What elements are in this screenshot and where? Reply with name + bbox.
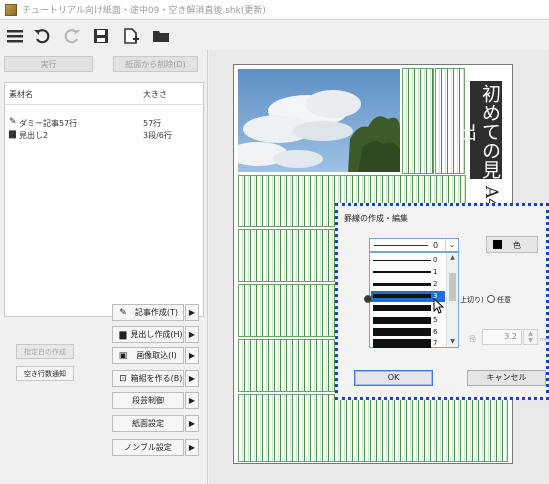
list-item[interactable]: ▆ 見出し2 3段/6行	[5, 129, 203, 141]
nombre-settings-button[interactable]: ノンブル設定	[112, 439, 184, 456]
radio-icon[interactable]	[364, 295, 372, 303]
make-box-arrow[interactable]: ▶	[185, 370, 199, 387]
column-control-label: 段芸制御	[132, 396, 164, 405]
execute-button[interactable]: 実行	[4, 56, 93, 72]
materials-list[interactable]: 素材名 大きさ ✎ ダミー記事57行 57行 ▆ 見出し2 3段/6行	[4, 82, 204, 317]
window-title: チュートリアル向け紙面・途中09・空き解消直後.shk(更新)	[22, 6, 266, 16]
paper-settings-button[interactable]: 紙面設定	[112, 415, 184, 432]
article-grid-block[interactable]	[238, 394, 508, 462]
title-bar: チュートリアル向け紙面・途中09・空き解消直後.shk(更新)	[0, 0, 549, 20]
line-style-select[interactable]: 0 ⌄	[369, 238, 459, 252]
create-headline-arrow[interactable]: ▶	[185, 326, 199, 343]
import-image-button[interactable]: ▣ 画像取込(I)	[112, 347, 184, 364]
radio-any-option[interactable]: 任意	[487, 295, 511, 305]
sky-photo[interactable]	[238, 69, 400, 172]
cancel-button[interactable]: キャンセル	[467, 370, 546, 386]
article-grid-block[interactable]	[402, 68, 434, 174]
toolbar	[0, 20, 549, 50]
pencil-icon: ✎	[119, 307, 127, 318]
create-article-button[interactable]: ✎ 記事作成(T)	[112, 304, 184, 321]
material-size: 57行	[143, 119, 162, 128]
create-article-arrow[interactable]: ▶	[185, 304, 199, 321]
article-grid-block[interactable]	[238, 284, 338, 337]
mouse-cursor-icon	[433, 298, 445, 314]
pencil-icon: ✎	[9, 117, 17, 127]
radio-partial-label: 上切り)	[460, 296, 484, 304]
create-article-label: 記事作成(T)	[134, 308, 179, 317]
color-label: 色	[513, 241, 521, 250]
scroll-thumb[interactable]	[449, 273, 456, 301]
material-name: ダミー記事57行	[19, 119, 78, 128]
line-style-dropdown[interactable]: 0 1 2 3 4 5 6 7 ▲ ▼	[369, 252, 459, 348]
material-name: 見出し2	[19, 131, 49, 140]
dialog-title: 罫線の作成・編集	[344, 214, 408, 223]
image-icon: ▣	[118, 350, 128, 361]
line-select-value: 0	[433, 241, 439, 250]
app-icon	[5, 3, 17, 16]
set-blank-button[interactable]: 指定白の作成	[16, 344, 74, 359]
unit-label: mm	[540, 337, 549, 343]
line-option-value: 2	[433, 280, 438, 288]
width-label: 径	[469, 335, 476, 343]
line-option-value: 0	[433, 256, 438, 264]
line-option-value: 5	[433, 316, 438, 324]
ok-button[interactable]: OK	[354, 370, 433, 386]
column-control-button[interactable]: 段芸制御	[112, 392, 184, 409]
headline-text[interactable]: 初めての見出	[455, 81, 502, 179]
box-icon: ⊡	[119, 373, 127, 384]
left-panel: 実行 紙面から削除(D) 素材名 大きさ ✎ ダミー記事57行 57行 ▆ 見出…	[0, 50, 208, 484]
make-box-label: 箱組を作る(B)	[130, 374, 183, 383]
width-input[interactable]: 3.2	[482, 329, 522, 345]
color-swatch	[493, 240, 502, 249]
create-headline-button[interactable]: ▆ 見出し作成(H)	[112, 326, 184, 343]
line-option-value: 1	[433, 268, 438, 276]
line-option[interactable]: 1	[371, 267, 445, 278]
blank-lines-notify-button[interactable]: 空き行数通知	[16, 366, 74, 381]
radio-partial-option[interactable]: 上切り)	[460, 295, 484, 305]
line-option-value: 6	[433, 328, 438, 336]
line-sample	[374, 245, 428, 246]
column-header-size[interactable]: 大きさ	[143, 89, 167, 100]
new-document-icon[interactable]	[120, 25, 142, 47]
menu-icon[interactable]	[4, 25, 26, 47]
column-header-name[interactable]: 素材名	[9, 89, 33, 100]
scroll-down-icon[interactable]: ▼	[447, 337, 458, 347]
line-option-value: 7	[433, 339, 438, 347]
line-option[interactable]: 6	[371, 327, 445, 338]
radio-any-label: 任意	[497, 296, 511, 304]
width-stepper[interactable]: ▲ ▼	[523, 329, 538, 345]
undo-icon[interactable]	[31, 25, 53, 47]
article-grid-block[interactable]	[238, 229, 338, 282]
dropdown-scrollbar[interactable]: ▲ ▼	[446, 253, 458, 347]
paper-settings-arrow[interactable]: ▶	[185, 415, 199, 432]
chevron-down-icon[interactable]: ⌄	[445, 239, 458, 251]
scroll-up-icon[interactable]: ▲	[447, 253, 458, 263]
line-option[interactable]: 7	[371, 338, 445, 349]
color-button[interactable]: 色	[486, 236, 538, 253]
paper-settings-label: 紙面設定	[132, 419, 164, 428]
remove-from-paper-button[interactable]: 紙面から削除(D)	[113, 56, 198, 72]
article-grid-block[interactable]	[238, 339, 338, 392]
materials-header: 素材名 大きさ	[5, 83, 203, 105]
save-icon[interactable]	[90, 25, 112, 47]
line-option[interactable]: 0	[371, 255, 445, 266]
headline-icon: ▆	[9, 129, 16, 139]
radio-hidden-option[interactable]	[364, 295, 374, 304]
line-option[interactable]: 5	[371, 315, 445, 326]
import-image-label: 画像取込(I)	[136, 351, 177, 360]
nombre-settings-label: ノンブル設定	[124, 443, 172, 452]
list-item[interactable]: ✎ ダミー記事57行 57行	[5, 117, 203, 129]
make-box-button[interactable]: ⊡ 箱組を作る(B)	[112, 370, 184, 387]
nombre-settings-arrow[interactable]: ▶	[185, 439, 199, 456]
open-folder-icon[interactable]	[150, 25, 172, 47]
material-size: 3段/6行	[143, 131, 172, 140]
line-option[interactable]: 2	[371, 279, 445, 290]
headline-icon: ▆	[119, 329, 127, 340]
column-control-arrow[interactable]: ▶	[185, 392, 199, 409]
import-image-arrow[interactable]: ▶	[185, 347, 199, 364]
redo-icon[interactable]	[61, 25, 83, 47]
create-headline-label: 見出し作成(H)	[130, 330, 183, 339]
radio-icon[interactable]	[487, 295, 495, 303]
